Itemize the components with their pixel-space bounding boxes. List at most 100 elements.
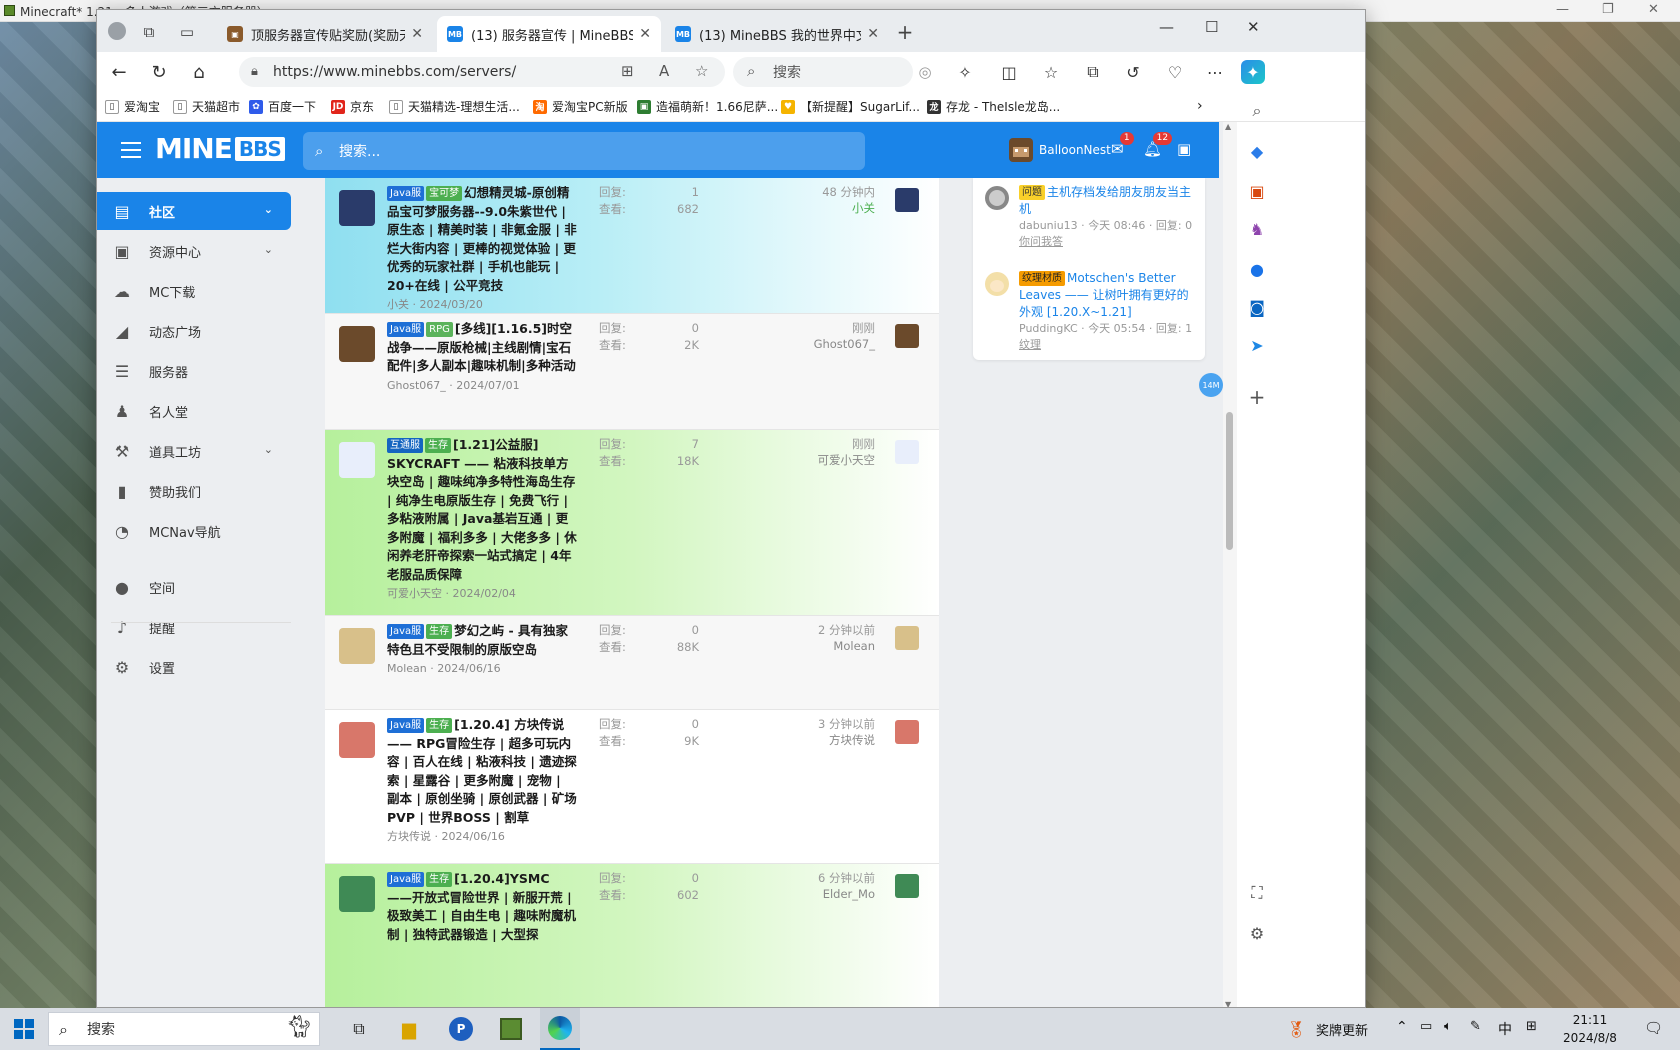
start-button[interactable]	[6, 1008, 42, 1050]
bookmark-5[interactable]: 淘爱淘宝PC新版	[533, 98, 628, 115]
last-post-user[interactable]: 方块传说	[765, 732, 875, 748]
app-icon[interactable]: ⊞	[621, 62, 634, 80]
thread-author[interactable]: Molean	[387, 662, 427, 675]
last-post-time[interactable]: 刚刚	[765, 320, 875, 336]
chevron-down-icon[interactable]: ⌄	[264, 443, 273, 456]
sidebar-item-7[interactable]: ▮ 赞助我们	[97, 472, 291, 510]
last-post-time[interactable]: 48 分钟内	[765, 184, 875, 200]
sidebar-item-9[interactable]: ● 空间	[97, 568, 291, 606]
more-menu-icon[interactable]: ⋯	[1203, 60, 1227, 84]
collections-icon[interactable]: ⧉	[1081, 60, 1105, 84]
last-post-user[interactable]: 可爱小天空	[765, 452, 876, 468]
close-tab-icon[interactable]: ✕	[867, 26, 879, 42]
maximize-icon[interactable]: ☐	[1205, 18, 1218, 36]
last-post-avatar[interactable]	[895, 188, 919, 212]
tag-icon[interactable]: ◆	[1237, 136, 1277, 166]
settings-icon[interactable]: ⚙	[1237, 918, 1277, 948]
thread-author[interactable]: 可爱小天空	[387, 587, 442, 600]
edge-icon[interactable]	[540, 1008, 580, 1050]
bookmark-6[interactable]: ▣ 造福萌新！1.66尼萨...	[637, 98, 778, 115]
prefix-tag[interactable]: 生存	[426, 624, 453, 639]
last-post-avatar[interactable]	[895, 874, 919, 898]
user-menu[interactable]: BalloonNest	[1009, 138, 1111, 162]
games-icon[interactable]: ♞	[1237, 214, 1277, 244]
extensions-icon[interactable]: ✧	[953, 60, 977, 84]
thread-avatar[interactable]	[339, 628, 375, 664]
last-post-avatar[interactable]	[895, 440, 919, 464]
sidebar-item-1[interactable]: ▣ 资源中心 ⌄	[97, 232, 291, 270]
sidebar-item-6[interactable]: ⚒ 道具工坊 ⌄	[97, 432, 291, 470]
thread-title[interactable]: Java服 生存 梦幻之屿 - 具有独家特色且不受限制的原版空岛	[387, 622, 577, 659]
volume-icon[interactable]: 🔈︎	[1444, 1019, 1452, 1034]
sidebar-item-2[interactable]: ☁ MC下载	[97, 272, 291, 310]
prefix-tag[interactable]: 生存	[426, 872, 453, 887]
new-tab-icon[interactable]: +	[893, 20, 917, 44]
memory-badge[interactable]: 14M	[1199, 373, 1223, 397]
refresh-icon[interactable]: ↻	[147, 60, 171, 84]
last-post-avatar[interactable]	[895, 324, 919, 348]
screenshot-icon[interactable]: ⛶	[1237, 878, 1277, 908]
taskbar-search[interactable]: ⌕ 搜索 🐈︎	[48, 1012, 320, 1046]
notification-icon[interactable]: 🗨︎	[1644, 1019, 1663, 1037]
thread-row[interactable]: Java服 生存 [1.20.4]YSMC ——开放式冒险世界 | 新服开荒 | 极…	[325, 864, 939, 1007]
network-icon[interactable]: ▭	[1420, 1019, 1432, 1034]
file-explorer-icon[interactable]: ▆	[394, 1008, 424, 1050]
bookmark-4[interactable]: ▯ 天猫精选-理想生活...	[389, 98, 520, 115]
prefix-tag[interactable]: 互通服	[387, 438, 423, 453]
prefix-tag[interactable]: Java服	[387, 186, 425, 201]
thread-row[interactable]: Java服 RPG [多线][1.16.5]时空战争——原版枪械|主线剧情|宝石配件…	[325, 314, 939, 430]
thread-author[interactable]: 小关	[387, 298, 409, 311]
close-window-icon[interactable]: ✕	[1247, 18, 1260, 36]
news-widget[interactable]: 奖牌更新	[1316, 1020, 1368, 1039]
sidebar-item-4[interactable]: ☰ 服务器	[97, 352, 291, 390]
minimize-icon[interactable]: —	[1159, 18, 1174, 36]
chevron-down-icon[interactable]: ⌄	[264, 243, 273, 256]
bookmark-2[interactable]: ✿ 百度一下	[249, 98, 316, 115]
last-post-time[interactable]: 6 分钟以前	[765, 870, 875, 886]
thread-title[interactable]: Java服 生存 [1.20.4]YSMC ——开放式冒险世界 | 新服开荒 | 极…	[387, 870, 577, 944]
scroll-up-icon[interactable]: ▲	[1225, 122, 1231, 131]
prefix-tag[interactable]: Java服	[387, 322, 425, 337]
browser-search-field[interactable]: ⌕ 搜索	[733, 57, 913, 87]
ime-indicator[interactable]: 中	[1498, 1019, 1512, 1039]
last-post-time[interactable]: 刚刚	[765, 436, 875, 452]
last-post-time[interactable]: 2 分钟以前	[765, 622, 875, 638]
thread-title-text[interactable]: [1.20.4] 方块传说 —— RPG冒险生存 | 超多可玩内容 | 百人在线…	[387, 717, 577, 825]
prefix-tag[interactable]: Java服	[387, 718, 425, 733]
thread-row[interactable]: 互通服 生存 [1.21]公益服] SKYCRAFT —— 粘液科技单方块空岛 | …	[325, 430, 939, 616]
wallet-icon[interactable]: ▣	[1177, 140, 1191, 158]
sidebar-item-10[interactable]: ♪ 提醒	[97, 608, 291, 646]
prefix-tag[interactable]: 生存	[426, 718, 453, 733]
last-post-time[interactable]: 3 分钟以前	[765, 716, 875, 732]
tray-chevron-icon[interactable]: ⌃	[1396, 1019, 1408, 1035]
chevron-down-icon[interactable]: ⌄	[264, 203, 273, 216]
task-view-icon[interactable]: ⧉	[344, 1008, 374, 1050]
minecraft-icon[interactable]	[496, 1008, 526, 1050]
copilot-app-icon[interactable]: ●	[1237, 254, 1277, 284]
prefix-tag[interactable]: Java服	[387, 624, 425, 639]
home-icon[interactable]: ⌂	[187, 60, 211, 84]
right-item-user[interactable]: dabuniu13	[1019, 219, 1078, 232]
site-logo[interactable]: MINE BBS	[155, 132, 285, 165]
scroll-thumb[interactable]	[1226, 412, 1233, 550]
thread-title[interactable]: Java服 宝可梦 幻想精灵城-原创精品宝可梦服务器--9.0朱紫世代 | 原生态 …	[387, 184, 577, 295]
prefix-tag[interactable]: Java服	[387, 872, 425, 887]
sidebar-item-5[interactable]: ♟ 名人堂	[97, 392, 291, 430]
last-post-user[interactable]: Molean	[765, 638, 875, 654]
search-icon[interactable]: ⌕	[1237, 96, 1277, 126]
read-aloud-icon[interactable]: A	[659, 62, 669, 80]
last-post-user[interactable]: 小关	[765, 200, 875, 216]
bookmark-1[interactable]: ▯ 天猫超市	[173, 98, 240, 115]
favorite-star-icon[interactable]: ☆	[695, 62, 708, 80]
prefix-tag[interactable]: RPG	[426, 322, 453, 337]
history-icon[interactable]: ↺	[1121, 60, 1145, 84]
thread-title[interactable]: Java服 RPG [多线][1.16.5]时空战争——原版枪械|主线剧情|宝石配件…	[387, 320, 577, 376]
sidebar-item-0[interactable]: ▤ 社区 ⌄	[97, 192, 291, 230]
clock[interactable]: 21:11 2024/8/8	[1560, 1011, 1620, 1047]
thread-title-text[interactable]: 幻想精灵城-原创精品宝可梦服务器--9.0朱紫世代 | 原生态 | 精美时装 |…	[387, 185, 577, 293]
tab-1[interactable]: MB (13) 服务器宣传 | MineBBS 我的世 ✕	[437, 16, 661, 52]
send-icon[interactable]: ➤	[1237, 330, 1277, 360]
restore-icon[interactable]: ❐	[1602, 2, 1614, 17]
extension-icon[interactable]: ◎	[913, 60, 937, 84]
toolbox-icon[interactable]: ▣	[1237, 176, 1277, 206]
